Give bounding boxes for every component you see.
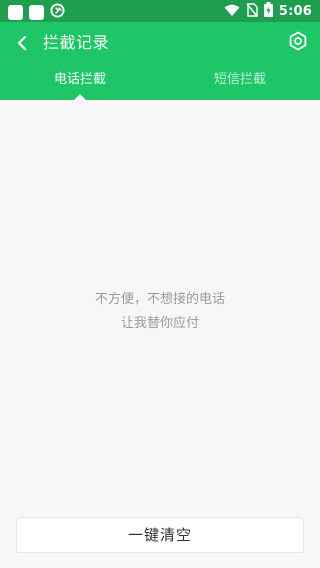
data-saver-icon (50, 3, 65, 22)
no-sim-icon (246, 2, 258, 21)
screen: 5:06 拦截记录 电话拦截 短信拦截 不方便，不想接的电话 让我替你应付 一键… (0, 0, 320, 568)
tab-label: 短信拦截 (213, 72, 266, 87)
tab-bar: 电话拦截 短信拦截 (0, 70, 320, 100)
app-bar: 拦截记录 电话拦截 短信拦截 (0, 22, 320, 100)
settings-button[interactable] (286, 31, 310, 55)
chevron-left-icon (15, 35, 29, 55)
tab-active-indicator (74, 94, 86, 100)
back-button[interactable] (8, 31, 36, 59)
wifi-icon (224, 2, 240, 21)
status-right-icons: 5:06 (224, 1, 312, 21)
notification-square-icon (8, 5, 23, 20)
tab-call-block[interactable]: 电话拦截 (0, 70, 160, 100)
empty-state-line-1: 不方便，不想接的电话 (94, 292, 225, 307)
battery-charging-icon (263, 1, 273, 21)
status-bar: 5:06 (0, 0, 320, 22)
clear-all-button[interactable]: 一键清空 (16, 517, 304, 553)
tab-sms-block[interactable]: 短信拦截 (160, 70, 320, 100)
hexagon-settings-icon (288, 31, 308, 55)
empty-state-message: 不方便，不想接的电话 让我替你应付 (0, 288, 320, 336)
notification-square-icon (29, 5, 44, 20)
empty-state-line-2: 让我替你应付 (120, 316, 199, 331)
tab-label: 电话拦截 (53, 72, 106, 87)
page-title: 拦截记录 (43, 33, 110, 52)
status-time: 5:06 (278, 3, 312, 19)
status-left-icons (8, 3, 65, 22)
